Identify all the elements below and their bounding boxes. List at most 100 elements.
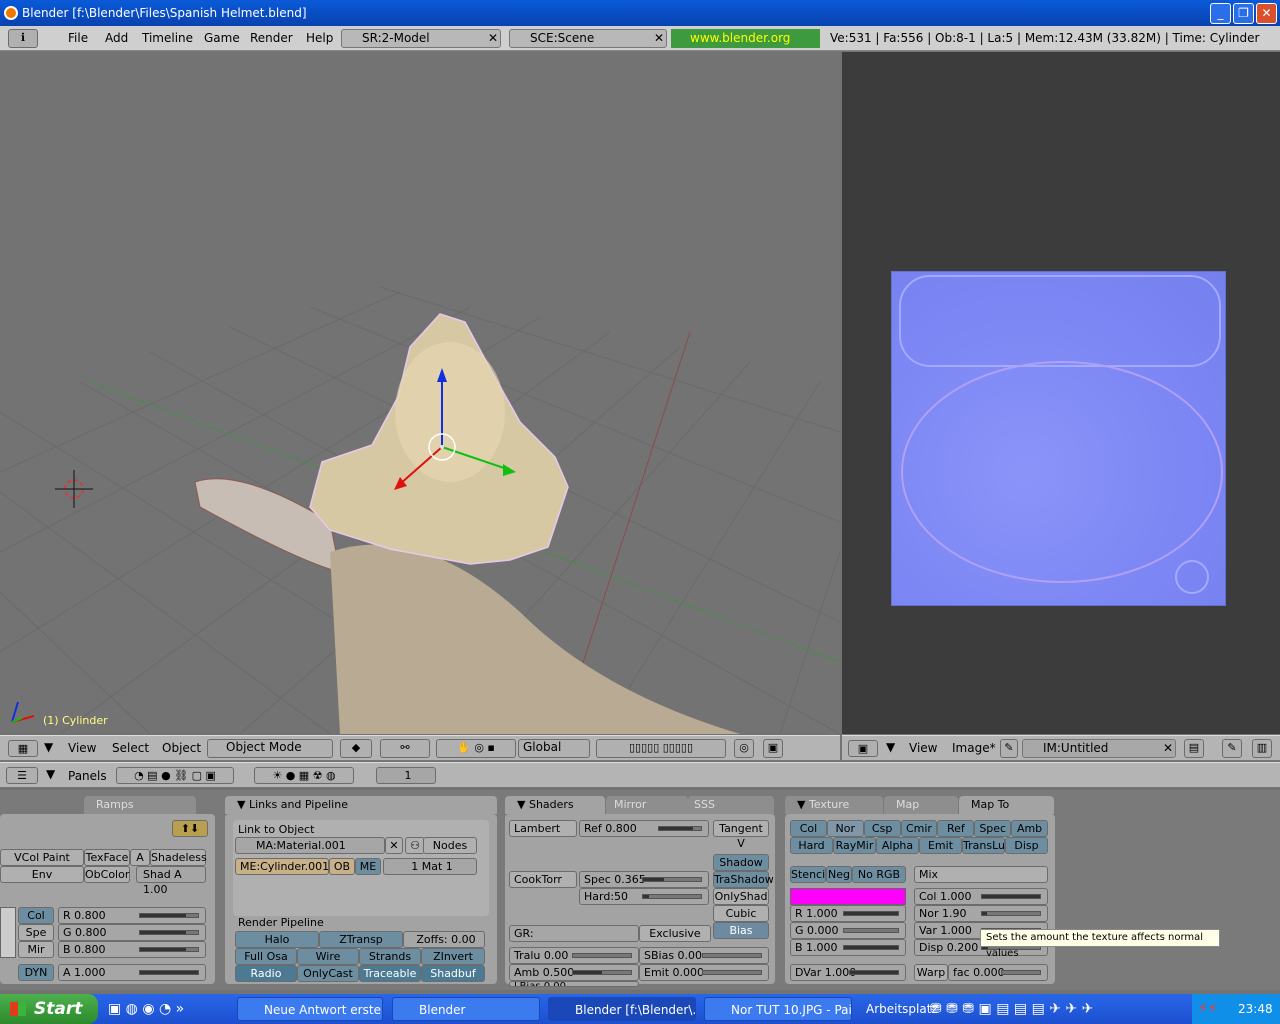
maximize-button[interactable]: ❐ <box>1233 3 1254 24</box>
menu-timeline[interactable]: Timeline <box>142 26 193 51</box>
screen-selector[interactable]: SR:2-Model ✕ <box>341 29 501 48</box>
traceable-button[interactable]: Traceable <box>359 965 421 982</box>
lbias-slider[interactable]: LBias 0.00 <box>509 981 639 987</box>
texface-toggle[interactable]: TexFace <box>84 849 130 866</box>
pack-icon[interactable]: ▤ <box>1184 739 1204 758</box>
quick-launch-icons[interactable]: ▣ ◍ ◉ ◔ » <box>108 1000 228 1018</box>
ztransp-button[interactable]: ZTransp <box>319 931 403 948</box>
color-swatch[interactable] <box>0 907 16 958</box>
wire-button[interactable]: Wire <box>297 948 359 965</box>
menu-render[interactable]: Render <box>250 26 293 51</box>
manipulator-toggles[interactable]: ✋ ◎ ▪ <box>436 739 516 758</box>
menu-select[interactable]: Select <box>112 741 149 755</box>
shading-subcontext-buttons[interactable]: ☀ ● ▦ ☢ ◍ <box>254 767 354 784</box>
vcol-paint-toggle[interactable]: VCol Paint <box>0 849 84 866</box>
row1-amb-button[interactable]: Amb <box>1011 820 1048 837</box>
col-button[interactable]: Col <box>18 907 54 924</box>
collapse-icon[interactable]: ▼ <box>886 740 895 754</box>
nor-factor-slider[interactable]: Nor 1.90 <box>914 905 1048 922</box>
image-editor-icon[interactable]: ▣ <box>848 740 878 757</box>
row1-csp-button[interactable]: Csp <box>863 820 901 837</box>
image-selector[interactable]: IM:Untitled ✕ <box>1022 739 1176 758</box>
task-blender-main[interactable]: Blender [f:\Blender\... <box>548 997 696 1021</box>
zinvert-button[interactable]: ZInvert <box>421 948 485 965</box>
warp-button[interactable]: Warp <box>914 964 948 981</box>
trashadow-button[interactable]: TraShadow <box>713 871 774 888</box>
tab-map-to[interactable]: Map To <box>959 796 1054 814</box>
spec-slider[interactable]: Spec 0.365 <box>579 871 709 888</box>
ref-slider[interactable]: Ref 0.800 <box>579 820 709 837</box>
pivot-icon[interactable]: ⚯ <box>380 739 430 758</box>
context-buttons[interactable]: ◔ ▤ ● ⛓ ▢ ▣ <box>116 767 234 784</box>
b-slider[interactable]: B 0.800 <box>58 941 206 958</box>
close-icon[interactable]: ✕ <box>1163 740 1173 757</box>
row1-col-button[interactable]: Col <box>790 820 827 837</box>
minimize-button[interactable]: _ <box>1210 3 1231 24</box>
row1-spec-button[interactable]: Spec <box>974 820 1012 837</box>
me-button[interactable]: ME <box>355 858 381 875</box>
row1-cmir-button[interactable]: Cmir <box>900 820 938 837</box>
hard-slider[interactable]: Hard:50 <box>579 888 709 905</box>
shadow-button[interactable]: Shadow <box>713 854 769 871</box>
no-rgb-button[interactable]: No RGB <box>852 866 906 883</box>
menu-object[interactable]: Object <box>162 741 201 755</box>
tray-icons[interactable]: ⚡⚡ <box>1198 1001 1218 1017</box>
lock-icon[interactable]: ▥ <box>1252 739 1272 758</box>
r-slider[interactable]: R 0.800 <box>58 907 206 924</box>
ob-button[interactable]: OB <box>329 858 355 875</box>
tab-shaders[interactable]: ▼ Shaders <box>505 796 605 814</box>
draw-icon[interactable]: ✎ <box>1222 739 1242 758</box>
menu-view[interactable]: View <box>68 741 96 755</box>
close-icon[interactable]: ✕ <box>654 30 664 47</box>
menu-add[interactable]: Add <box>105 26 128 51</box>
emit-slider[interactable]: Emit 0.000 <box>639 964 769 981</box>
shadbuf-button[interactable]: Shadbuf <box>421 965 485 982</box>
row2-raymir-button[interactable]: RayMir <box>833 837 876 854</box>
menu-panels[interactable]: Panels <box>68 769 107 783</box>
toolbar-icons[interactable]: ⛃ ⛃ ⛃ ▣ ▤ ▤ ▤ ✈ ✈ ✈ <box>930 1000 1160 1018</box>
row2-translu-button[interactable]: TransLu <box>962 837 1005 854</box>
buttons-editor-icon[interactable]: ☰ <box>6 767 38 784</box>
collapse-icon[interactable]: ▼ <box>237 798 249 811</box>
onlycast-button[interactable]: OnlyCast <box>297 965 359 982</box>
menu-image[interactable]: Image* <box>952 741 996 755</box>
close-button[interactable]: ✕ <box>1256 3 1277 24</box>
row2-hard-button[interactable]: Hard <box>790 837 833 854</box>
camera-icon[interactable]: ▣ <box>763 739 783 758</box>
row2-emit-button[interactable]: Emit <box>919 837 962 854</box>
zoffs-field[interactable]: Zoffs: 0.00 <box>403 931 485 948</box>
collapse-icon[interactable]: ▼ <box>797 798 809 811</box>
g-slider[interactable]: G 0.800 <box>58 924 206 941</box>
material-selector[interactable]: MA:Material.001 <box>235 837 385 854</box>
radio-button[interactable]: Radio <box>235 965 297 982</box>
specular-shader-selector[interactable]: CookTorr <box>509 871 577 888</box>
fullosa-button[interactable]: Full Osa <box>235 948 297 965</box>
mode-selector[interactable]: Object Mode <box>207 739 333 758</box>
menu-view[interactable]: View <box>909 741 937 755</box>
grid-editor-icon[interactable]: ▦ <box>8 740 38 757</box>
tralu-slider[interactable]: Tralu 0.00 <box>509 947 639 964</box>
bias-button[interactable]: Bias <box>713 922 769 939</box>
sbias-slider[interactable]: SBias 0.00 <box>639 947 769 964</box>
tab-mirror-transp[interactable]: Mirror Transp <box>606 796 688 829</box>
tab-map-input[interactable]: Map Input <box>884 796 958 829</box>
tab-texture[interactable]: ▼ Texture <box>785 796 883 814</box>
row2-disp-button[interactable]: Disp <box>1005 837 1048 854</box>
tab-ramps[interactable]: Ramps <box>84 796 196 814</box>
exclusive-button[interactable]: Exclusive <box>639 925 711 942</box>
tex-b-slider[interactable]: B 1.000 <box>790 939 906 956</box>
nodes-button[interactable]: Nodes <box>423 837 477 854</box>
diffuse-shader-selector[interactable]: Lambert <box>509 820 577 837</box>
paint-icon[interactable]: ✎ <box>1000 739 1018 758</box>
menu-help[interactable]: Help <box>306 26 333 51</box>
start-button[interactable]: Start <box>0 994 98 1024</box>
mat-index-field[interactable]: 1 Mat 1 <box>383 858 477 875</box>
dyn-button[interactable]: DYN <box>18 964 54 981</box>
alpha-slider[interactable]: A 1.000 <box>58 964 206 981</box>
task-firefox[interactable]: Neue Antwort erstell... <box>237 997 383 1021</box>
shad-alpha-field[interactable]: Shad A 1.00 <box>136 866 206 896</box>
frame-field[interactable]: 1 <box>376 767 436 784</box>
close-icon[interactable]: ✕ <box>488 30 498 47</box>
collapse-icon[interactable]: ▼ <box>44 740 53 754</box>
cubic-button[interactable]: Cubic <box>713 905 769 922</box>
